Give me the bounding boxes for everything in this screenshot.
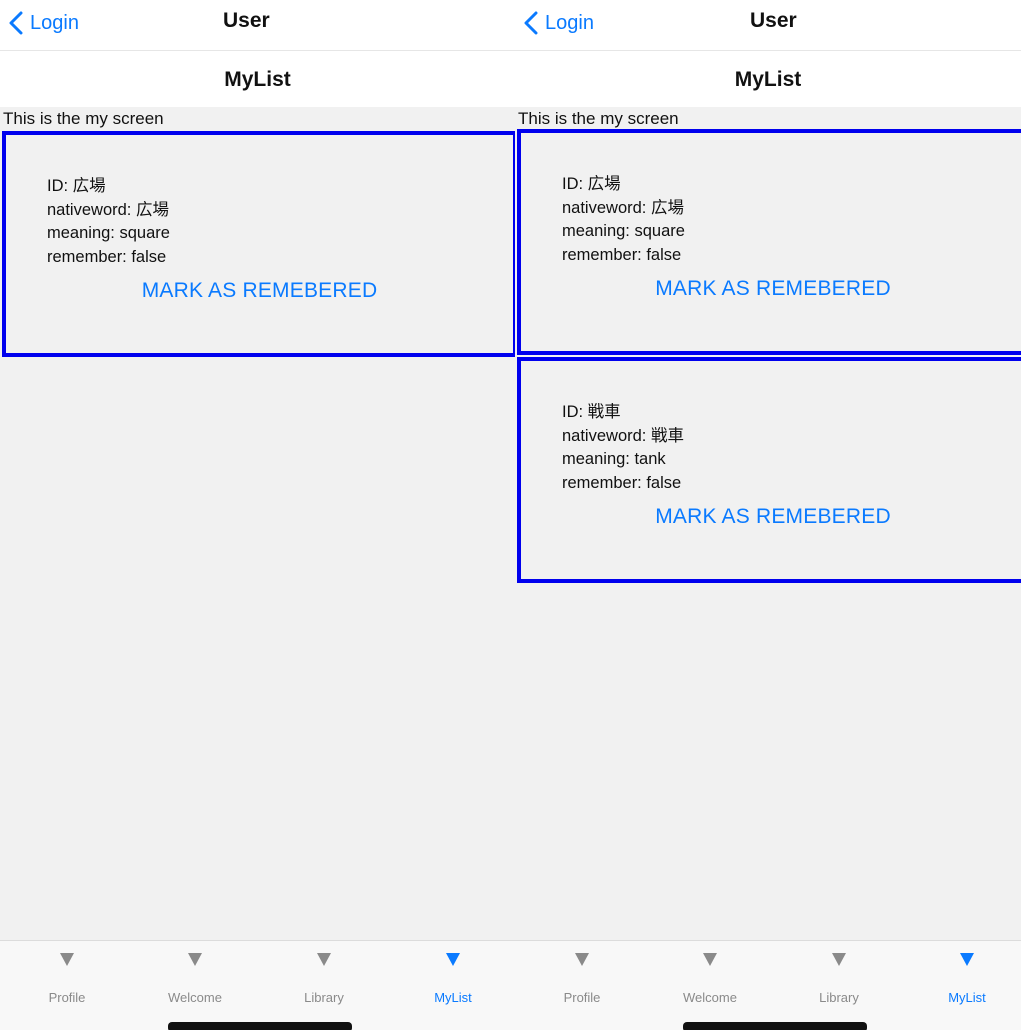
word-card: ID: 広場 nativeword: 広場 meaning: square re… — [517, 129, 1021, 355]
triangle-down-icon — [446, 953, 460, 966]
home-indicator — [168, 1022, 352, 1030]
triangle-down-icon — [575, 953, 589, 966]
page-title: MyList — [0, 51, 515, 107]
word-id: ID: 戦車 — [562, 403, 621, 421]
word-fields: ID: 戦車 nativeword: 戦車 meaning: tank reme… — [562, 401, 684, 495]
word-meaning: meaning: square — [562, 222, 685, 240]
tab-welcome[interactable]: Welcome — [140, 953, 250, 1005]
tab-label: Library — [304, 990, 344, 1005]
back-button[interactable]: Login — [8, 8, 79, 38]
screen-left: Login User MyList This is the my screen … — [0, 0, 515, 1030]
word-nativeword: nativeword: 広場 — [562, 198, 684, 217]
word-card: ID: 広場 nativeword: 広場 meaning: square re… — [2, 131, 515, 357]
mark-remembered-button[interactable]: MARK AS REMEBERED — [521, 505, 1021, 529]
tab-label: Library — [819, 990, 859, 1005]
back-label: Login — [30, 11, 79, 34]
triangle-down-icon — [960, 953, 974, 966]
word-nativeword: nativeword: 戦車 — [562, 426, 684, 445]
word-card: ID: 戦車 nativeword: 戦車 meaning: tank reme… — [517, 357, 1021, 583]
tab-bar: Profile Welcome Library MyList — [0, 940, 515, 1030]
word-fields: ID: 広場 nativeword: 広場 meaning: square re… — [562, 173, 685, 267]
word-meaning: meaning: square — [47, 224, 170, 242]
nav-title: User — [750, 9, 797, 32]
tab-label: Profile — [563, 990, 601, 1005]
nav-bar: Login User — [0, 0, 515, 51]
tab-library[interactable]: Library — [269, 953, 379, 1005]
word-remember: remember: false — [562, 473, 682, 492]
tab-mylist[interactable]: MyList — [398, 953, 508, 1005]
tab-label: MyList — [434, 990, 472, 1005]
word-id: ID: 広場 — [562, 175, 621, 193]
tab-profile[interactable]: Profile — [527, 953, 637, 1005]
chevron-left-icon — [524, 11, 538, 35]
tab-profile[interactable]: Profile — [12, 953, 122, 1005]
word-remember: remember: false — [47, 247, 167, 266]
screen-description: This is the my screen — [518, 109, 679, 128]
word-remember: remember: false — [562, 245, 682, 264]
triangle-down-icon — [60, 953, 74, 966]
back-button[interactable]: Login — [523, 8, 594, 38]
nav-bar: Login User — [515, 0, 1021, 51]
tab-label: Welcome — [683, 990, 737, 1005]
back-label: Login — [545, 11, 594, 34]
screen-description: This is the my screen — [3, 109, 164, 128]
word-nativeword: nativeword: 広場 — [47, 200, 169, 219]
tab-mylist[interactable]: MyList — [912, 953, 1021, 1005]
page-title: MyList — [515, 51, 1021, 107]
mark-remembered-button[interactable]: MARK AS REMEBERED — [521, 277, 1021, 301]
triangle-down-icon — [832, 953, 846, 966]
tab-bar: Profile Welcome Library MyList — [515, 940, 1021, 1030]
screen-right: Login User MyList This is the my screen … — [515, 0, 1021, 1030]
tab-label: Profile — [48, 990, 86, 1005]
word-id: ID: 広場 — [47, 177, 106, 195]
chevron-left-icon — [9, 11, 23, 35]
nav-title: User — [223, 9, 270, 32]
tab-label: Welcome — [168, 990, 222, 1005]
word-meaning: meaning: tank — [562, 450, 666, 468]
mark-remembered-button[interactable]: MARK AS REMEBERED — [6, 279, 513, 303]
home-indicator — [683, 1022, 867, 1030]
triangle-down-icon — [317, 953, 331, 966]
tab-library[interactable]: Library — [784, 953, 894, 1005]
tab-welcome[interactable]: Welcome — [655, 953, 765, 1005]
triangle-down-icon — [703, 953, 717, 966]
triangle-down-icon — [188, 953, 202, 966]
word-fields: ID: 広場 nativeword: 広場 meaning: square re… — [47, 175, 170, 269]
tab-label: MyList — [948, 990, 986, 1005]
